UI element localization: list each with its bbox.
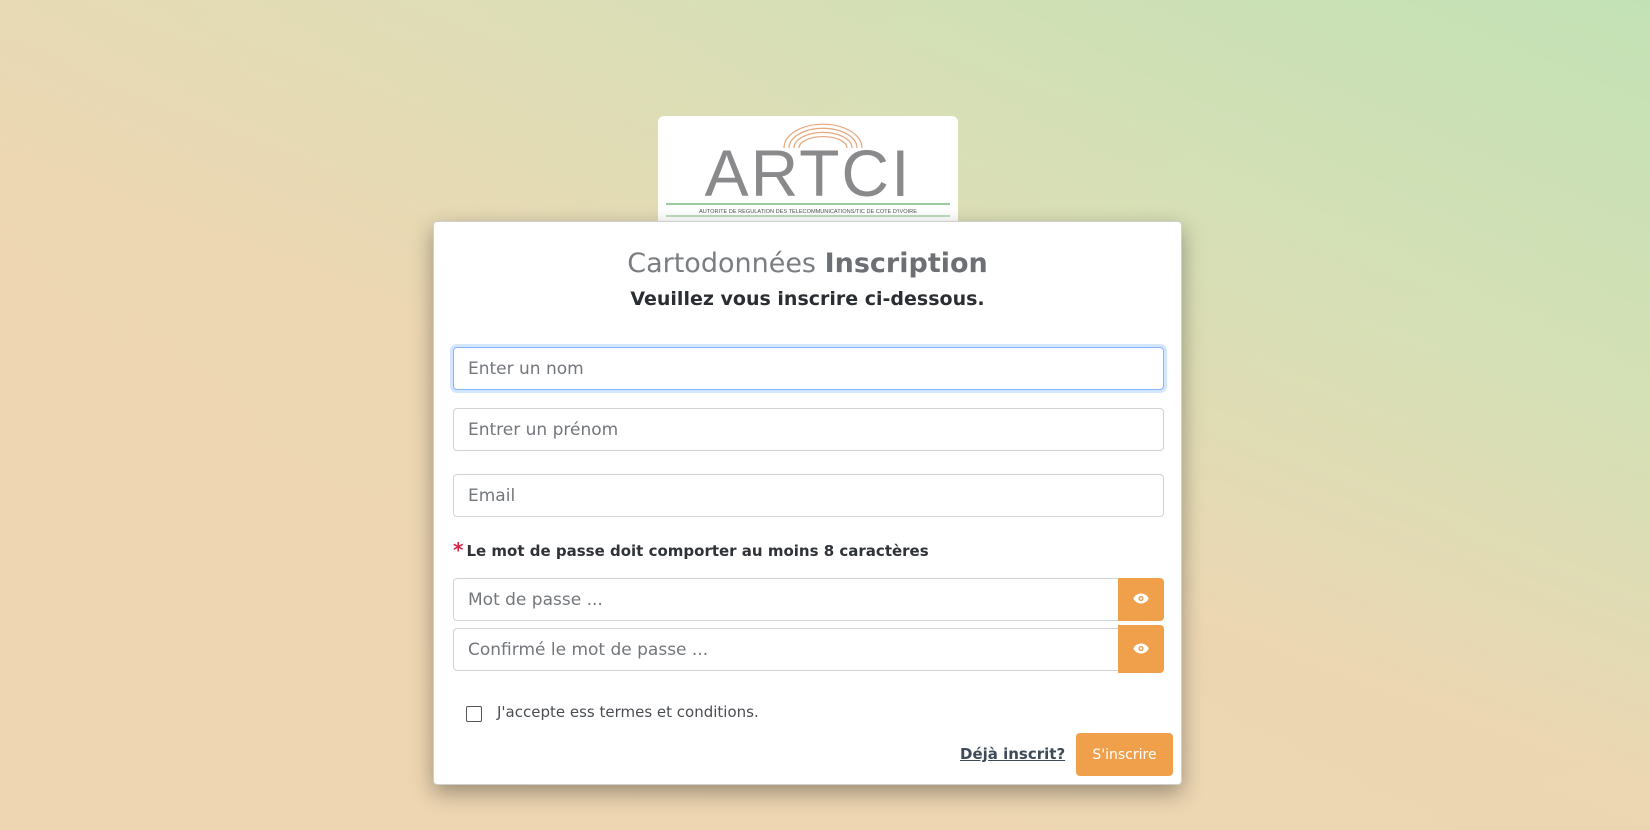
password-requirement-text: Le mot de passe doit comporter au moins … bbox=[466, 542, 929, 560]
registration-card: Cartodonnées Inscription Veuillez vous i… bbox=[433, 221, 1182, 785]
terms-label[interactable]: J'accepte ess termes et conditions. bbox=[497, 703, 759, 721]
name-input[interactable] bbox=[453, 347, 1164, 390]
toggle-password-visibility-button[interactable] bbox=[1118, 578, 1164, 621]
firstname-input[interactable] bbox=[453, 408, 1164, 451]
artci-logo: ARTCI AUTORITE DE REGULATION DES TELECOM… bbox=[658, 116, 958, 222]
title-app-name: Cartodonnées bbox=[627, 248, 816, 279]
logo-wordmark: ARTCI bbox=[705, 136, 912, 210]
required-marker: * bbox=[453, 538, 464, 562]
eye-icon bbox=[1133, 642, 1149, 657]
page-title: Cartodonnées Inscription bbox=[434, 248, 1181, 279]
register-button[interactable]: S'inscrire bbox=[1076, 733, 1173, 776]
password-input[interactable] bbox=[453, 578, 1119, 621]
title-action: Inscription bbox=[824, 248, 988, 279]
email-input[interactable] bbox=[453, 474, 1164, 517]
page-subtitle: Veuillez vous inscrire ci-dessous. bbox=[630, 288, 985, 310]
already-registered-link[interactable]: Déjà inscrit? bbox=[960, 745, 1065, 763]
confirm-password-input[interactable] bbox=[453, 628, 1119, 671]
logo-tagline: AUTORITE DE REGULATION DES TELECOMMUNICA… bbox=[699, 209, 917, 215]
eye-icon bbox=[1133, 592, 1149, 607]
terms-checkbox[interactable] bbox=[466, 706, 482, 722]
password-requirement-note: * Le mot de passe doit comporter au moins… bbox=[453, 538, 929, 566]
toggle-confirm-password-visibility-button[interactable] bbox=[1118, 625, 1164, 673]
